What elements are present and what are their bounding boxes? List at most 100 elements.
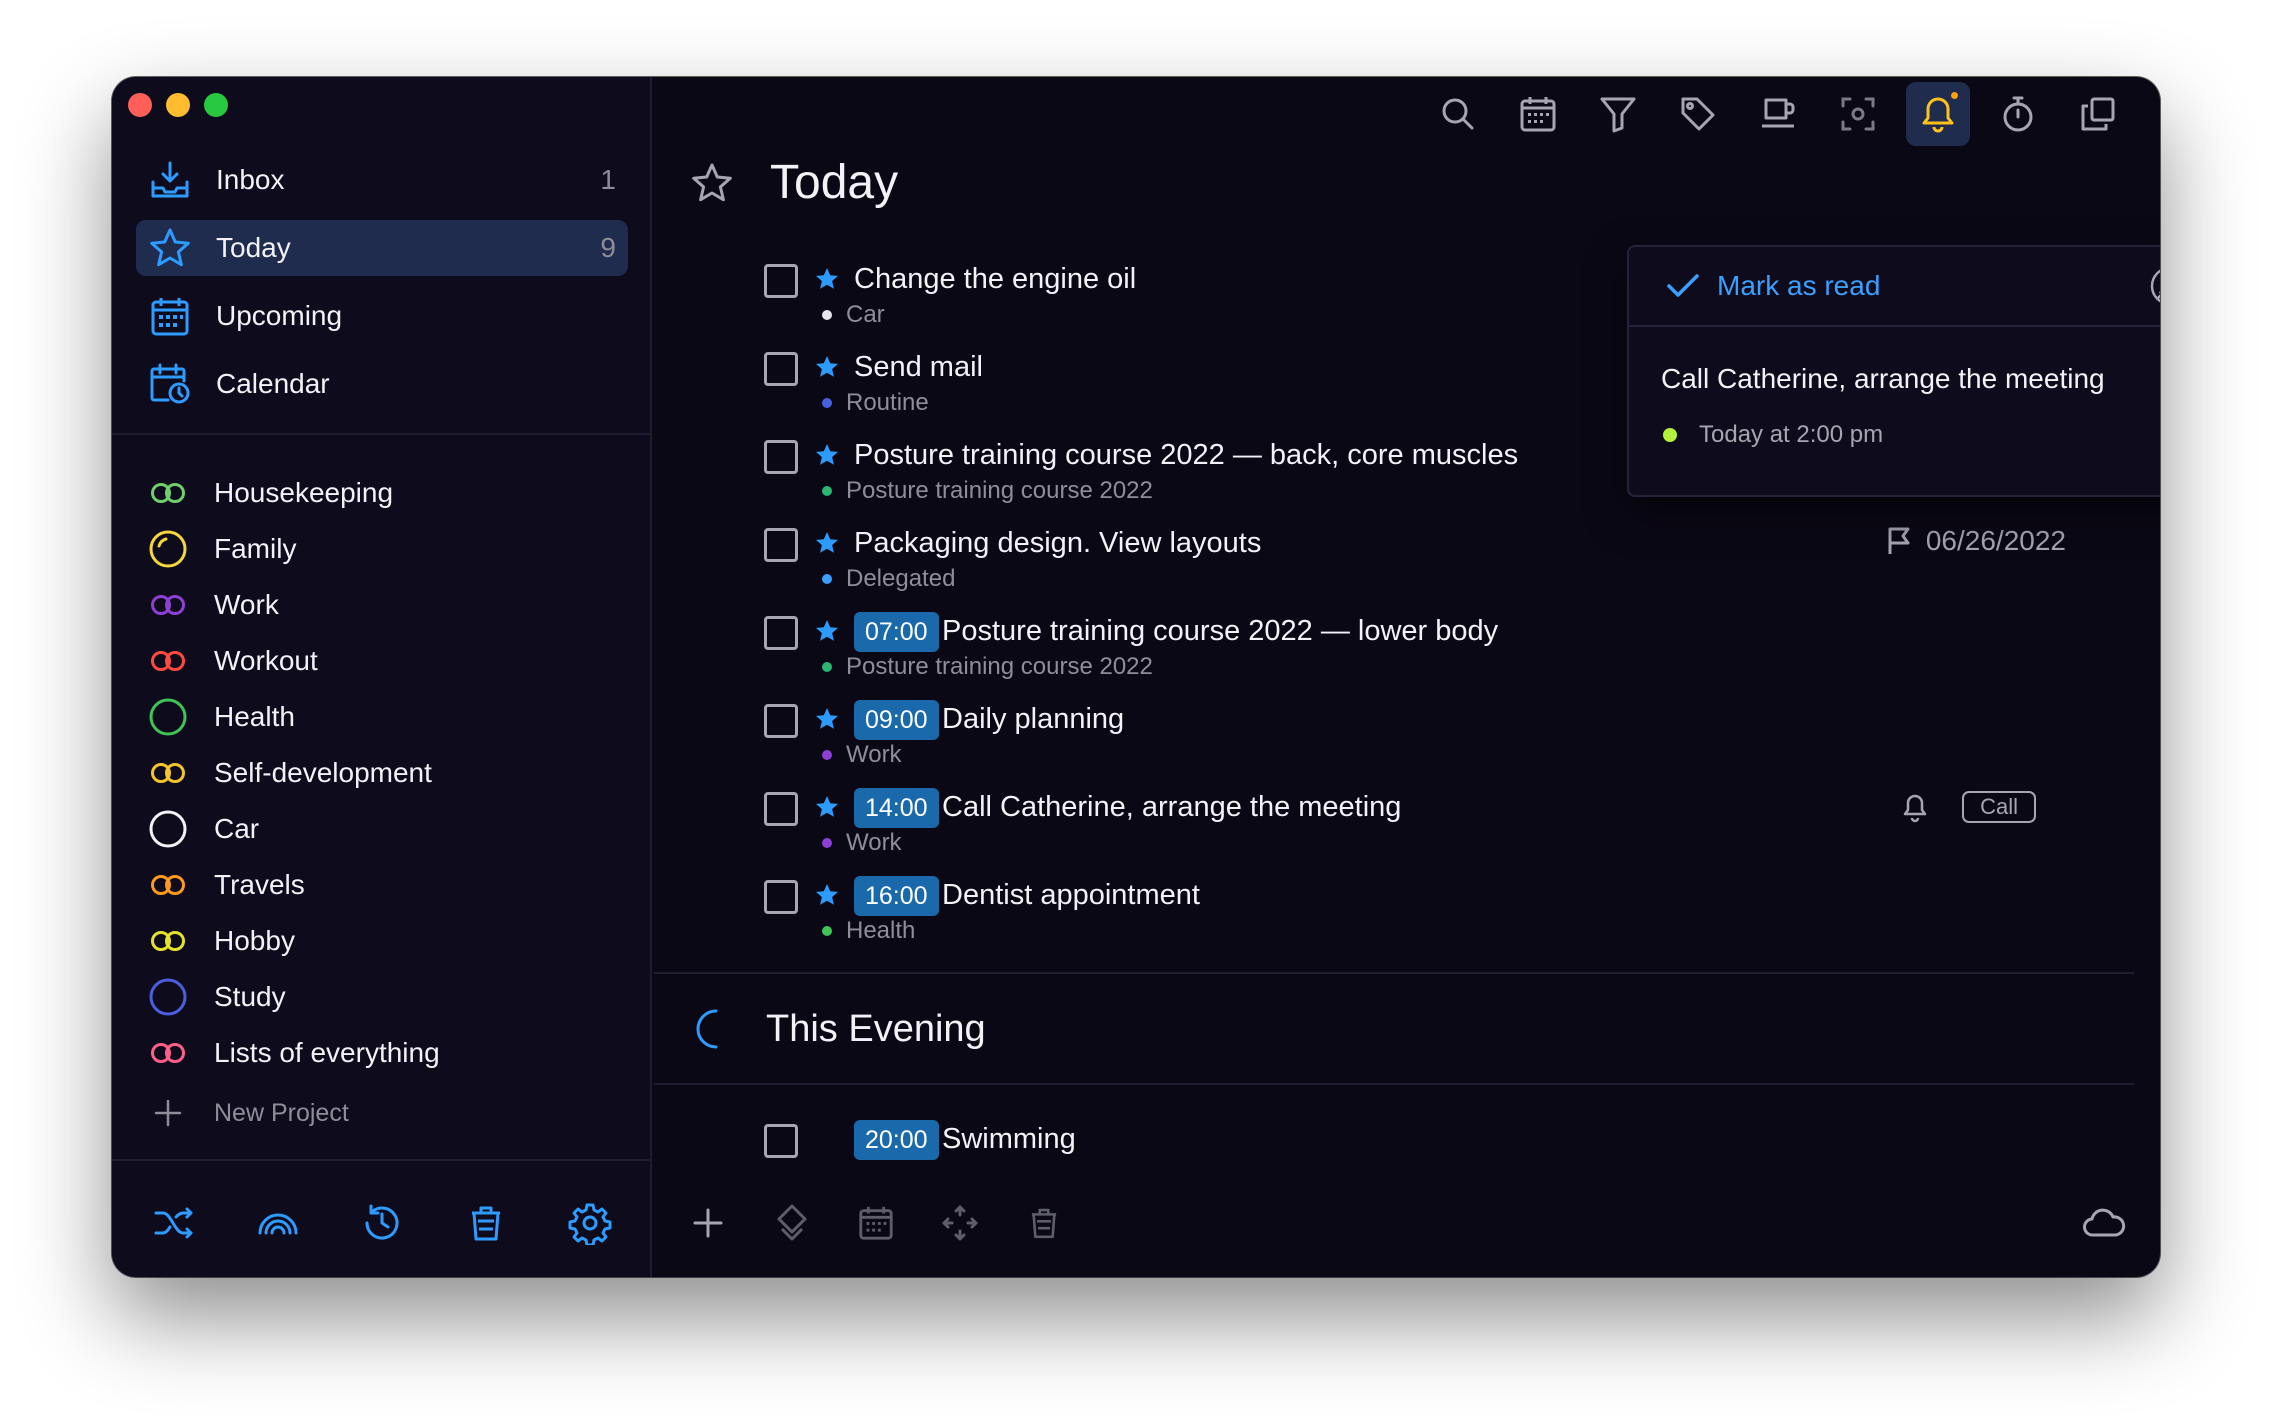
task-title: Dentist appointment [942, 879, 1200, 911]
sidebar-item-project[interactable]: Lists of everything [146, 1025, 616, 1081]
copy-button[interactable] [2066, 82, 2130, 146]
star-outline-icon[interactable] [690, 161, 734, 205]
task-title: Posture training course 2022 — back, cor… [854, 439, 1519, 471]
checkmark-icon [1667, 274, 1699, 297]
sidebar-item-project[interactable]: Self-development [146, 745, 616, 801]
mark-as-read-button[interactable]: Mark as read [1717, 270, 2149, 302]
task-row[interactable]: 07:00 Posture training course 2022 — lowe… [654, 609, 2160, 697]
task-row[interactable]: 14:00 Call Catherine, arrange the meeting… [654, 785, 2160, 873]
task-row[interactable]: Packaging design. View layouts Delegated… [654, 521, 2160, 609]
task-checkbox[interactable] [764, 880, 798, 914]
sidebar-item-upcoming[interactable]: Upcoming [136, 288, 628, 344]
project-dot [822, 574, 832, 584]
task-checkbox[interactable] [764, 528, 798, 562]
moon-icon [696, 1009, 718, 1049]
task-checkbox[interactable] [764, 352, 798, 386]
task-tag[interactable]: Call [1962, 791, 2036, 823]
double-ring-icon [146, 639, 190, 683]
notification-indicator [1951, 92, 1958, 99]
time-badge: 07:00 [854, 612, 939, 652]
notification-status-dot [1663, 428, 1677, 442]
sidebar-toolbar [112, 1169, 652, 1277]
move-button[interactable] [934, 1197, 986, 1249]
zoom-window-button[interactable] [204, 93, 228, 117]
task-project: Health [822, 917, 915, 945]
sidebar-item-project[interactable]: Car [146, 801, 616, 857]
task-row[interactable]: 09:00 Daily planning Work [654, 697, 2160, 785]
task-project: Routine [822, 389, 929, 417]
notifications-button[interactable] [1906, 82, 1970, 146]
close-window-button[interactable] [128, 93, 152, 117]
window-controls [128, 93, 228, 117]
sync-button[interactable] [2078, 1197, 2130, 1249]
cloud-icon [2083, 1208, 2126, 1237]
timer-button[interactable] [1986, 82, 2050, 146]
sidebar-item-label: Today [216, 232, 291, 263]
project-dot [822, 398, 832, 408]
settings-button[interactable] [564, 1197, 616, 1249]
sidebar-item-project[interactable]: Housekeeping [146, 465, 616, 521]
task-checkbox[interactable] [764, 440, 798, 474]
history-button[interactable] [356, 1197, 408, 1249]
task-checkbox[interactable] [764, 264, 798, 298]
task-row[interactable]: 16:00 Dentist appointment Health [654, 873, 2160, 961]
coffee-button[interactable] [1746, 82, 1810, 146]
notification-task-title: Call Catherine, arrange the meeting [1661, 363, 2105, 394]
project-dot [822, 310, 832, 320]
task-title: Swimming [942, 1123, 1076, 1155]
sidebar-item-label: Calendar [216, 368, 330, 399]
sidebar-item-project[interactable]: Travels [146, 857, 616, 913]
sidebar-item-label: Work [214, 589, 279, 620]
double-ring-icon [146, 583, 190, 627]
project-dot [822, 662, 832, 672]
mute-notifications-icon[interactable] [2149, 265, 2160, 307]
star-small-icon [814, 706, 840, 737]
sidebar-item-project[interactable]: Hobby [146, 913, 616, 969]
task-project-label: Posture training course 2022 [846, 477, 1153, 504]
rainbow-button[interactable] [252, 1197, 304, 1249]
task-checkbox[interactable] [764, 704, 798, 738]
task-checkbox[interactable] [764, 616, 798, 650]
task-checkbox[interactable] [764, 1124, 798, 1158]
filter-button[interactable] [1586, 82, 1650, 146]
task-due-date[interactable]: 06/26/2022 [1886, 525, 2066, 557]
task-title: Daily planning [942, 703, 1125, 735]
delete-button[interactable] [1018, 1197, 1070, 1249]
tag-button[interactable] [1666, 82, 1730, 146]
sidebar-item-project[interactable]: Family [146, 521, 616, 577]
sidebar-item-project[interactable]: Workout [146, 633, 616, 689]
sidebar-item-project[interactable]: Work [146, 577, 616, 633]
task-title: Call Catherine, arrange the meeting [942, 791, 1402, 823]
moon-small-icon [814, 1126, 840, 1159]
sidebar-item-today[interactable]: Today 9 [136, 220, 628, 276]
notification-item[interactable]: Call Catherine, arrange the meeting Toda… [1629, 327, 2160, 449]
sidebar-item-inbox[interactable]: Inbox 1 [136, 152, 628, 208]
search-button[interactable] [1426, 82, 1490, 146]
project-dot [822, 750, 832, 760]
minimize-window-button[interactable] [166, 93, 190, 117]
calendar-button[interactable] [1506, 82, 1570, 146]
page-title: Today [770, 156, 899, 209]
sidebar-item-project[interactable]: Study [146, 969, 616, 1025]
task-project: Posture training course 2022 [822, 653, 1153, 681]
schedule-button[interactable] [850, 1197, 902, 1249]
add-task-button[interactable] [682, 1197, 734, 1249]
bell-icon [1922, 97, 1954, 133]
sidebar-divider [112, 1159, 652, 1161]
sidebar-item-project[interactable]: Health [146, 689, 616, 745]
project-dot [822, 926, 832, 936]
priority-button[interactable] [766, 1197, 818, 1249]
star-small-icon [814, 354, 840, 385]
shuffle-button[interactable] [148, 1197, 200, 1249]
sidebar-item-label: Health [214, 701, 295, 732]
trash-button[interactable] [460, 1197, 512, 1249]
project-dot [822, 838, 832, 848]
tag-icon [1681, 97, 1715, 131]
focus-button[interactable] [1826, 82, 1890, 146]
task-checkbox[interactable] [764, 792, 798, 826]
sidebar-item-calendar[interactable]: Calendar [136, 356, 628, 412]
sidebar-item-count: 1 [600, 164, 616, 195]
new-project-button[interactable]: New Project [146, 1085, 616, 1141]
star-small-icon [814, 266, 840, 297]
calendar-clock-icon [148, 362, 192, 406]
